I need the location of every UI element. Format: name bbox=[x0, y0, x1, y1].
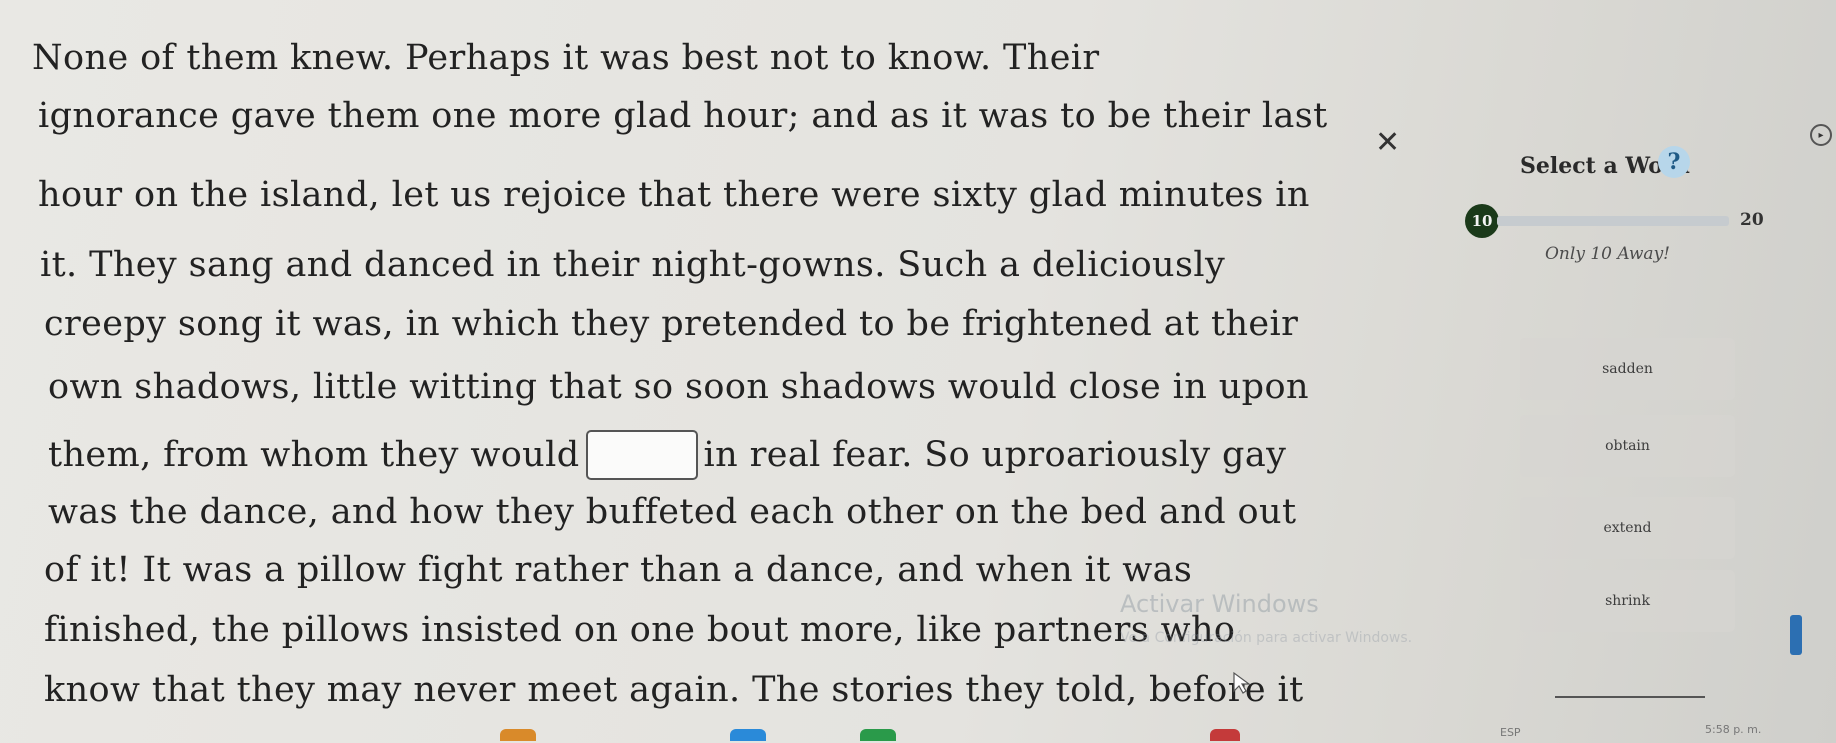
panel-divider bbox=[1555, 696, 1705, 698]
passage-line-8: was the dance, and how they buffeted eac… bbox=[48, 492, 1297, 532]
progress-goal: 20 bbox=[1740, 210, 1764, 230]
passage-line-3: hour on the island, let us rejoice that … bbox=[38, 175, 1310, 215]
passage-line-blank: them, from whom they would in real fear. … bbox=[48, 430, 1286, 480]
taskbar-app-icon[interactable] bbox=[730, 729, 766, 741]
panel-scrollbar[interactable] bbox=[1790, 615, 1802, 655]
taskbar-app-icon[interactable] bbox=[860, 729, 896, 741]
answer-blank[interactable] bbox=[585, 430, 698, 480]
passage-line-4: it. They sang and danced in their night-… bbox=[40, 245, 1226, 285]
option-obtain[interactable]: obtain bbox=[1520, 415, 1735, 477]
passage-line-1: None of them knew. Perhaps it was best n… bbox=[32, 38, 1100, 78]
help-icon[interactable]: ? bbox=[1658, 146, 1690, 178]
progress-message: Only 10 Away! bbox=[1545, 244, 1671, 264]
blank-line-before: them, from whom they would bbox=[48, 435, 580, 475]
progress-current-badge: 10 bbox=[1465, 204, 1499, 238]
circle-icon[interactable]: ▸ bbox=[1810, 124, 1832, 146]
option-sadden[interactable]: sadden bbox=[1520, 338, 1735, 400]
progress-bar bbox=[1497, 216, 1729, 226]
taskbar: ESP 5:58 p. m. bbox=[0, 723, 1836, 743]
taskbar-app-icon[interactable] bbox=[500, 729, 536, 741]
passage-line-9: of it! It was a pillow fight rather than… bbox=[44, 550, 1193, 590]
option-shrink[interactable]: shrink bbox=[1520, 570, 1735, 632]
mouse-cursor-icon bbox=[1233, 671, 1251, 694]
passage-line-2: ignorance gave them one more glad hour; … bbox=[38, 96, 1328, 136]
taskbar-language[interactable]: ESP bbox=[1500, 726, 1521, 739]
reading-passage: None of them knew. Perhaps it was best n… bbox=[0, 0, 1327, 743]
passage-line-11: know that they may never meet again. The… bbox=[44, 670, 1304, 710]
passage-line-6: own shadows, little witting that so soon… bbox=[48, 367, 1309, 407]
taskbar-app-icon[interactable] bbox=[1210, 729, 1240, 741]
taskbar-clock[interactable]: 5:58 p. m. bbox=[1705, 723, 1761, 736]
option-extend[interactable]: extend bbox=[1520, 497, 1735, 559]
blank-line-after: in real fear. So uproariously gay bbox=[703, 435, 1287, 475]
passage-line-10: finished, the pillows insisted on one bo… bbox=[44, 610, 1236, 650]
close-icon[interactable]: ✕ bbox=[1375, 128, 1400, 158]
passage-line-5: creepy song it was, in which they preten… bbox=[44, 304, 1299, 344]
windows-activation-watermark: Activar Windows bbox=[1120, 590, 1319, 618]
